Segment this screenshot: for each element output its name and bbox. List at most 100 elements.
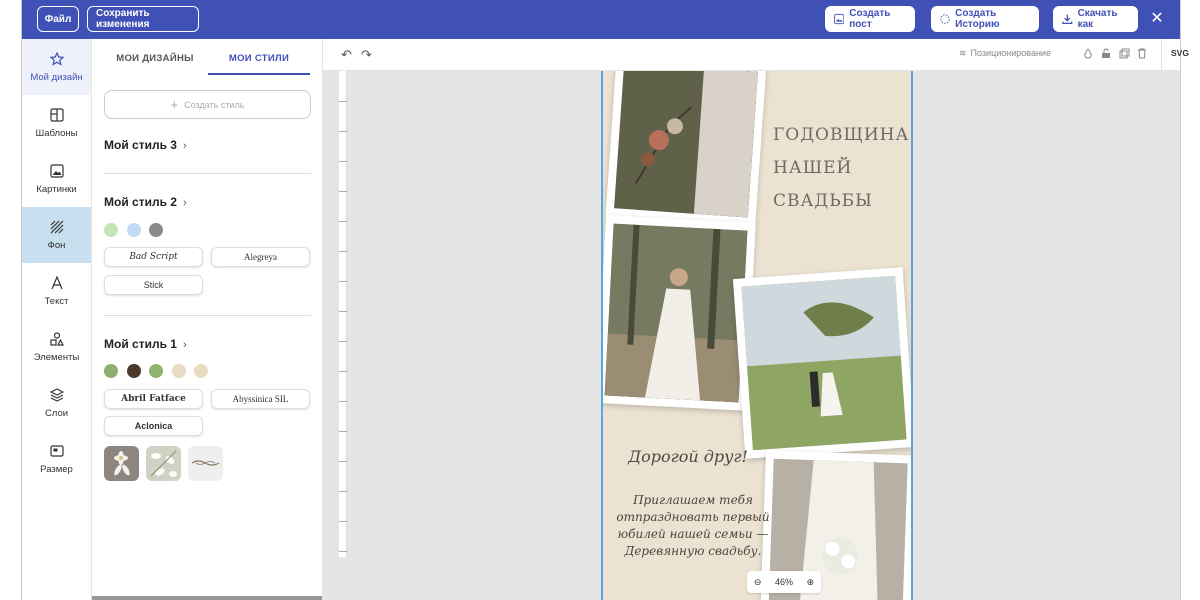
design-canvas[interactable]: ГОДОВЩИНА НАШЕЙ СВАДЬБЫ Дорогой друг! Пр… bbox=[601, 71, 913, 600]
ruler-tick bbox=[339, 191, 347, 192]
layers-icon bbox=[49, 387, 65, 403]
rail-label: Текст bbox=[44, 296, 69, 307]
style-ornament-thumb[interactable] bbox=[188, 446, 223, 481]
create-post-button[interactable]: Создать пост bbox=[825, 6, 915, 32]
style-image-thumb[interactable] bbox=[104, 446, 139, 481]
canvas-toolbar: ↶ ↷ ≋ Позиционирование SVG bbox=[323, 39, 1189, 71]
color-swatch[interactable] bbox=[194, 364, 208, 378]
photo-couple[interactable] bbox=[732, 267, 911, 459]
create-style-button[interactable]: + Создать стиль bbox=[104, 90, 311, 119]
ruler-tick bbox=[339, 371, 347, 372]
color-swatch[interactable] bbox=[104, 364, 118, 378]
chevron-right-icon: › bbox=[182, 339, 187, 351]
heading-line: НАШЕЙ bbox=[773, 158, 853, 178]
chevron-right-icon: › bbox=[182, 197, 187, 209]
download-icon bbox=[1062, 14, 1073, 25]
rail-item-text[interactable]: Текст bbox=[22, 263, 91, 319]
zoom-out-icon[interactable]: ⊖ bbox=[754, 577, 762, 588]
svg-export-button[interactable]: SVG bbox=[1171, 48, 1189, 58]
rail-item-elements[interactable]: Элементы bbox=[22, 319, 91, 375]
style2-title[interactable]: Мой стиль 2 › bbox=[104, 195, 187, 209]
style1-title[interactable]: Мой стиль 1 › bbox=[104, 337, 187, 351]
duplicate-icon[interactable] bbox=[1119, 48, 1130, 61]
color-swatch[interactable] bbox=[127, 364, 141, 378]
color-swatch[interactable] bbox=[127, 223, 141, 237]
close-icon[interactable]: ✕ bbox=[1148, 10, 1166, 28]
ruler-tick bbox=[339, 491, 347, 492]
lock-icon[interactable] bbox=[1101, 48, 1111, 61]
positioning-button[interactable]: ≋ Позиционирование bbox=[959, 48, 1051, 59]
style3-title[interactable]: Мой стиль 3 › bbox=[104, 138, 187, 152]
tab-my-designs[interactable]: МОИ ДИЗАЙНЫ bbox=[104, 51, 206, 75]
text-icon bbox=[49, 275, 65, 291]
redo-icon[interactable]: ↷ bbox=[361, 47, 372, 63]
ruler-tick bbox=[339, 341, 347, 342]
plus-icon: + bbox=[170, 97, 179, 112]
font-chip-abyssinica[interactable]: Abyssinica SIL bbox=[211, 389, 310, 409]
ruler-tick bbox=[339, 161, 347, 162]
color-swatch[interactable] bbox=[104, 223, 118, 237]
font-chip-abril-fatface[interactable]: Abril Fatface bbox=[104, 389, 203, 409]
create-style-label: Создать стиль bbox=[184, 99, 245, 110]
rail-item-background[interactable]: Фон bbox=[22, 207, 91, 263]
editor-window: Файл Сохранить изменения Создать пост Со… bbox=[21, 0, 1189, 600]
photo-bride[interactable] bbox=[603, 215, 756, 411]
top-bar: Файл Сохранить изменения Создать пост Со… bbox=[22, 0, 1180, 39]
rail-item-layers[interactable]: Слои bbox=[22, 375, 91, 431]
download-button[interactable]: Скачать как bbox=[1053, 6, 1138, 32]
tab-my-styles[interactable]: МОИ СТИЛИ bbox=[208, 51, 310, 75]
panel-tabs: МОИ ДИЗАЙНЫ МОИ СТИЛИ bbox=[104, 51, 310, 75]
rail-label: Фон bbox=[47, 240, 66, 251]
rail-label: Размер bbox=[40, 464, 73, 475]
file-button[interactable]: Файл bbox=[37, 6, 79, 32]
ruler-tick bbox=[339, 281, 347, 282]
invitation-heading[interactable]: ГОДОВЩИНА НАШЕЙ СВАДЬБЫ bbox=[773, 119, 911, 218]
ruler-tick bbox=[339, 551, 347, 552]
font-chip-alegreya[interactable]: Alegreya bbox=[211, 247, 310, 267]
zoom-level: 46% bbox=[774, 577, 793, 587]
download-label: Скачать как bbox=[1077, 8, 1118, 30]
create-story-label: Создать Историю bbox=[955, 8, 1000, 30]
resize-icon bbox=[49, 443, 65, 459]
panel-scrollbar[interactable] bbox=[92, 596, 322, 600]
rail-label: Картинки bbox=[36, 184, 77, 195]
invite-line: Приглашаем тебя bbox=[633, 493, 753, 507]
invite-line: Деревянную свадьбу. bbox=[624, 544, 762, 558]
photo-bouquet[interactable] bbox=[605, 71, 767, 227]
zoom-in-icon[interactable]: ⊕ bbox=[807, 577, 815, 588]
create-story-button[interactable]: Создать Историю bbox=[931, 6, 1039, 32]
rail-label: Шаблоны bbox=[35, 128, 78, 139]
bouquet-photo bbox=[614, 71, 758, 218]
greeting-text[interactable]: Дорогой друг! bbox=[623, 447, 753, 466]
style3-title-text: Мой стиль 3 bbox=[104, 138, 177, 152]
elements-icon bbox=[49, 331, 65, 347]
color-swatch[interactable] bbox=[149, 223, 163, 237]
styles-panel: МОИ ДИЗАЙНЫ МОИ СТИЛИ + Создать стиль Мо… bbox=[92, 39, 323, 600]
background-icon bbox=[49, 219, 65, 235]
vertical-ruler bbox=[339, 71, 347, 557]
star-icon bbox=[49, 51, 65, 67]
color-swatch[interactable] bbox=[172, 364, 186, 378]
rail-label: Мой дизайн bbox=[30, 72, 83, 83]
chevron-right-icon: › bbox=[182, 140, 187, 152]
font-chip-stick[interactable]: Stick bbox=[104, 275, 203, 295]
rail-item-images[interactable]: Картинки bbox=[22, 151, 91, 207]
undo-icon[interactable]: ↶ bbox=[341, 47, 352, 63]
ruler-tick bbox=[339, 101, 347, 102]
font-chip-bad-script[interactable]: Bad Script bbox=[104, 247, 203, 267]
heading-line: ГОДОВЩИНА bbox=[773, 125, 910, 145]
opacity-icon[interactable] bbox=[1083, 48, 1093, 61]
rail-label: Элементы bbox=[33, 352, 80, 363]
color-swatch[interactable] bbox=[149, 364, 163, 378]
invitation-body[interactable]: Приглашаем тебя отпраздновать первый юби… bbox=[613, 492, 773, 560]
rail-item-resize[interactable]: Размер bbox=[22, 431, 91, 487]
save-button[interactable]: Сохранить изменения bbox=[87, 6, 199, 32]
trash-icon[interactable] bbox=[1137, 48, 1147, 61]
rail-item-my-design[interactable]: Мой дизайн bbox=[22, 39, 91, 95]
couple-photo bbox=[741, 275, 907, 451]
rail-item-templates[interactable]: Шаблоны bbox=[22, 95, 91, 151]
font-chip-aclonica[interactable]: Aclonica bbox=[104, 416, 203, 436]
ruler-tick bbox=[339, 311, 347, 312]
layers-icon: ≋ bbox=[959, 48, 967, 58]
style-image-thumb[interactable] bbox=[146, 446, 181, 481]
